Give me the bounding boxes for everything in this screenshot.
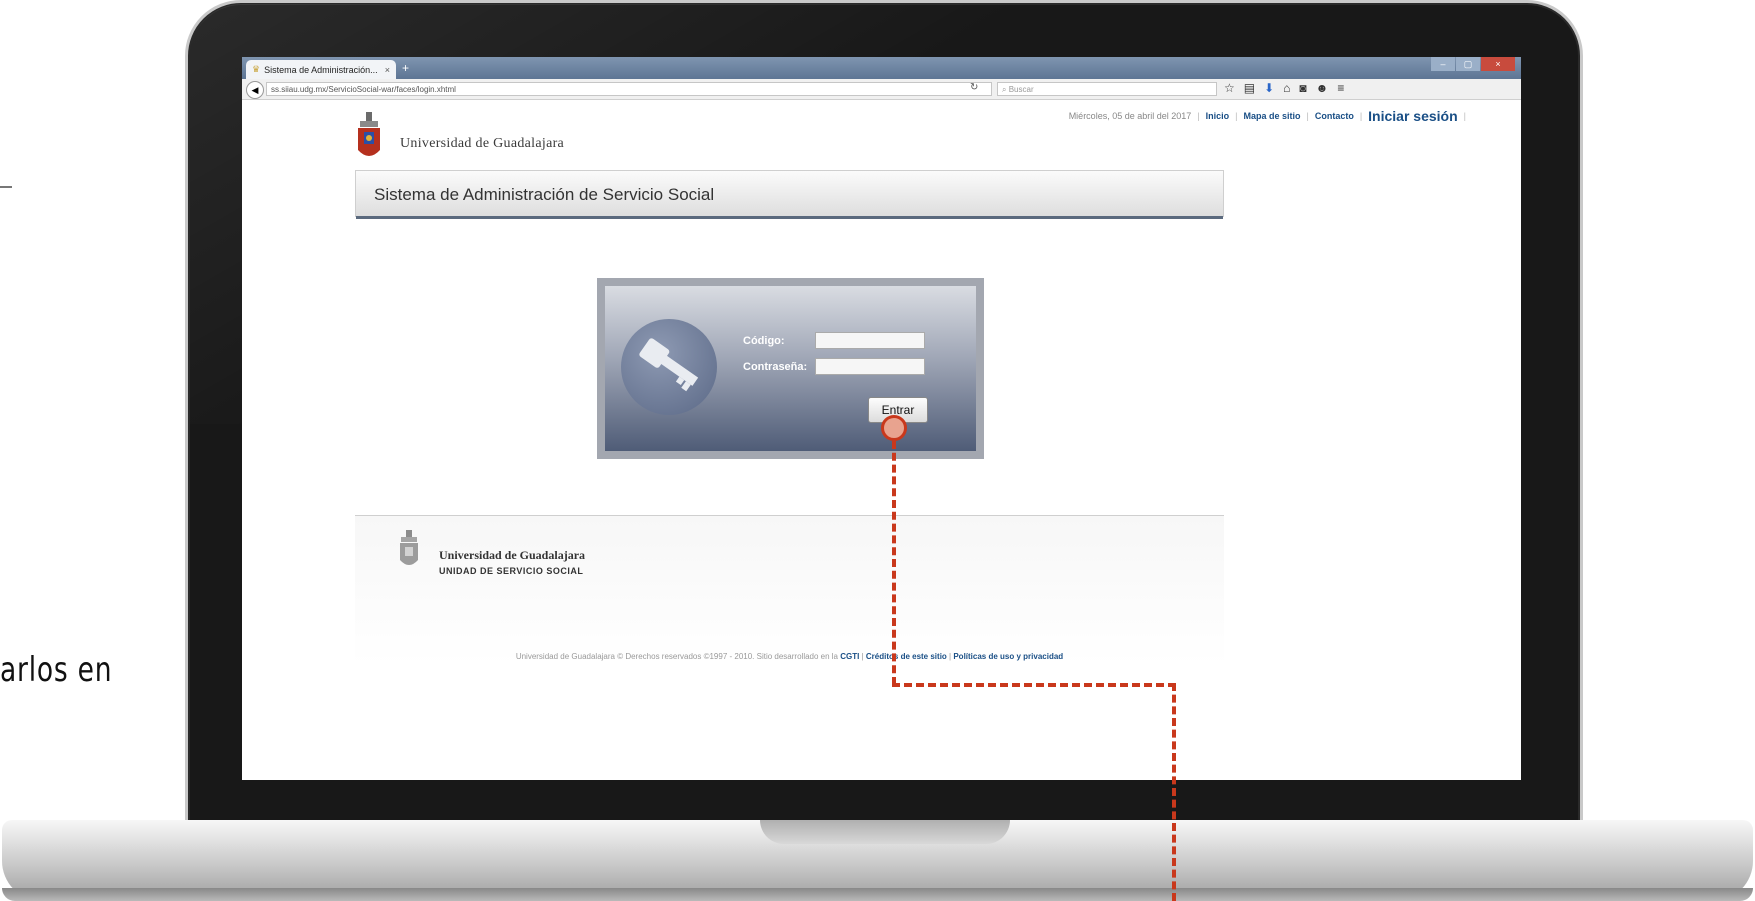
star-icon[interactable]: ☆ — [1224, 81, 1235, 95]
login-panel: Código: Contraseña: Entrar — [605, 286, 976, 451]
key-icon — [621, 319, 717, 415]
codigo-input[interactable] — [815, 332, 925, 349]
login-box: Código: Contraseña: Entrar — [597, 278, 984, 459]
codigo-label: Código: — [743, 335, 785, 347]
chat-icon[interactable]: ☻ — [1316, 81, 1329, 95]
window-controls: – ▢ × — [1431, 57, 1515, 71]
system-title: Sistema de Administración de Servicio So… — [374, 185, 715, 204]
date-text: Miércoles, 05 de abril del 2017 — [1068, 111, 1192, 121]
menu-icon[interactable]: ≡ — [1337, 81, 1344, 95]
nav-bar: ◀ ss.siiau.udg.mx/ServicioSocial-war/fac… — [242, 79, 1521, 100]
laptop-notch — [760, 820, 1010, 844]
annotation-line-horizontal — [892, 683, 1176, 687]
maximize-button[interactable]: ▢ — [1456, 57, 1480, 71]
back-arrow-icon[interactable]: ◀ — [246, 81, 264, 99]
system-title-bar: Sistema de Administración de Servicio So… — [355, 170, 1224, 219]
footer-udg-logo-icon — [400, 530, 418, 565]
copyright-text: Universidad de Guadalajara © Derechos re… — [515, 652, 839, 661]
download-icon[interactable]: ⬇ — [1264, 81, 1274, 95]
side-dash — [0, 186, 12, 188]
link-inicio[interactable]: Inicio — [1206, 111, 1230, 121]
bookmark-icon[interactable]: ▤ — [1244, 81, 1255, 95]
browser-tab[interactable]: ♛ Sistema de Administración... × — [246, 60, 396, 79]
password-label: Contraseña: — [743, 361, 808, 373]
tab-bar: ♛ Sistema de Administración... × + – ▢ × — [242, 57, 1521, 79]
home-icon[interactable]: ⌂ — [1283, 81, 1290, 95]
link-creditos[interactable]: Créditos de este sitio — [866, 652, 947, 661]
annotation-line-vertical-2 — [1172, 683, 1176, 901]
side-text: arlos en — [0, 650, 113, 690]
udg-logo-icon — [358, 112, 380, 156]
login-link[interactable]: Iniciar sesión — [1368, 108, 1457, 124]
footer-university: Universidad de Guadalajara — [439, 548, 586, 562]
close-window-button[interactable]: × — [1481, 57, 1515, 71]
link-contacto[interactable]: Contacto — [1315, 111, 1354, 121]
footer-copyright: Universidad de Guadalajara © Derechos re… — [515, 652, 1064, 661]
annotation-line-vertical-1 — [892, 441, 896, 685]
footer: Universidad de Guadalajara UNIDAD DE SER… — [355, 515, 1224, 666]
minimize-button[interactable]: – — [1431, 57, 1455, 71]
password-input[interactable] — [815, 358, 925, 375]
search-input[interactable]: ⌕ Buscar — [997, 82, 1217, 96]
university-name: Universidad de Guadalajara — [400, 136, 565, 151]
key-shape — [639, 338, 699, 392]
link-cgti[interactable]: CGTI — [840, 652, 859, 661]
toolbar-icons: ☆ ▤ ⬇ ⌂ ◙ ☻ ≡ — [1224, 81, 1344, 95]
reload-icon[interactable]: ↻ — [970, 82, 978, 93]
top-links: Miércoles, 05 de abril del 2017 | Inicio… — [1068, 108, 1466, 124]
laptop-base-edge — [2, 888, 1753, 901]
link-mapa-de-sitio[interactable]: Mapa de sitio — [1243, 111, 1300, 121]
link-politicas[interactable]: Políticas de uso y privacidad — [953, 652, 1063, 661]
favicon-icon: ♛ — [252, 64, 261, 74]
url-bar[interactable]: ss.siiau.udg.mx/ServicioSocial-war/faces… — [266, 82, 992, 96]
tab-close-icon[interactable]: × — [385, 65, 390, 75]
new-tab-button[interactable]: + — [402, 61, 409, 75]
search-icon: ⌕ — [1002, 85, 1007, 94]
browser-window: ♛ Sistema de Administración... × + – ▢ ×… — [242, 57, 1521, 780]
tab-title: Sistema de Administración... — [264, 64, 378, 75]
search-placeholder: Buscar — [1008, 85, 1034, 94]
title-underline — [356, 216, 1223, 219]
pocket-icon[interactable]: ◙ — [1299, 81, 1306, 95]
footer-unit: UNIDAD DE SERVICIO SOCIAL — [439, 566, 584, 576]
click-indicator — [881, 415, 907, 441]
